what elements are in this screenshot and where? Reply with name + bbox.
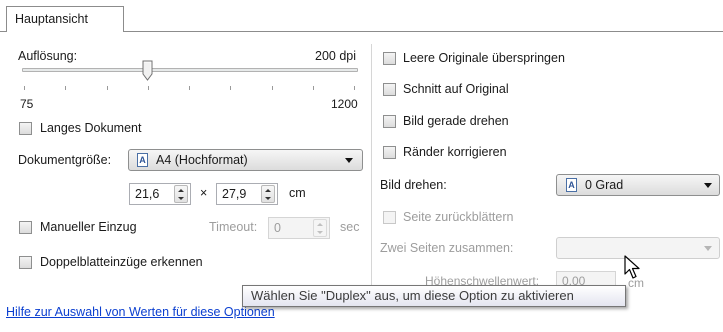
slider-tick (230, 86, 232, 90)
tab-main-view[interactable]: Hauptansicht (6, 6, 124, 32)
help-link[interactable]: Hilfe zur Auswahl von Werten für diese O… (6, 305, 275, 319)
manual-feed-label: Manueller Einzug (40, 220, 137, 234)
slider-tick (24, 86, 25, 90)
resolution-slider-thumb[interactable] (142, 60, 153, 81)
document-height-value: 27,9 (222, 187, 247, 201)
duplex-tooltip: Wählen Sie "Duplex" aus, um diese Option… (242, 285, 626, 307)
arrow-down-icon (317, 231, 323, 234)
chevron-down-icon (345, 158, 353, 163)
document-size-select[interactable]: A A4 (Hochformat) (128, 149, 363, 171)
slider-tick (189, 86, 190, 90)
merge-pages-label: Zwei Seiten zusammen: (380, 241, 514, 255)
long-document-checkbox[interactable] (19, 122, 32, 135)
slider-tick (271, 86, 273, 90)
page-back-checkbox[interactable] (383, 211, 396, 224)
slider-tick (147, 86, 149, 90)
document-size-value: A4 (Hochformat) (156, 153, 248, 167)
height-spinner-button[interactable] (261, 185, 275, 203)
arrow-up-icon (317, 223, 323, 226)
resolution-slider-track[interactable] (22, 68, 358, 72)
timeout-value: 0 (274, 221, 281, 235)
rotate-image-select[interactable]: A 0 Grad (556, 174, 720, 196)
document-width-field[interactable]: 21,6 (129, 183, 191, 205)
slider-tick (65, 86, 67, 90)
document-height-field[interactable]: 27,9 (216, 183, 278, 205)
column-divider (371, 44, 372, 289)
rotate-image-label: Bild drehen: (380, 178, 447, 192)
timeout-field[interactable]: 0 (268, 217, 330, 239)
times-sign: × (200, 186, 208, 200)
edge-fix-label: Ränder korrigieren (403, 145, 507, 159)
edge-fix-checkbox[interactable] (383, 146, 396, 159)
slider-tick (312, 86, 314, 90)
crop-to-original-checkbox[interactable] (383, 83, 396, 96)
deskew-label: Bild gerade drehen (403, 114, 509, 128)
timeout-spinner-button[interactable] (313, 219, 327, 237)
resolution-value: 200 dpi (315, 49, 357, 63)
width-spinner-button[interactable] (174, 185, 188, 203)
document-icon: A (566, 178, 577, 192)
manual-feed-checkbox[interactable] (19, 221, 32, 234)
rotate-image-value: 0 Grad (585, 178, 624, 192)
double-feed-label: Doppelblatteinzüge erkennen (40, 255, 203, 269)
chevron-down-icon (704, 246, 712, 251)
mouse-cursor-icon (624, 255, 640, 279)
skip-blank-checkbox[interactable] (383, 52, 396, 65)
timeout-label: Timeout: (209, 220, 258, 234)
document-size-unit: cm (289, 186, 306, 200)
arrow-up-icon (178, 189, 184, 192)
document-icon: A (137, 153, 148, 167)
long-document-label: Langes Dokument (40, 121, 142, 135)
resolution-max-label: 1200 (331, 97, 358, 111)
page-back-label: Seite zurückblättern (403, 210, 514, 224)
slider-tick (106, 86, 108, 90)
resolution-min-label: 75 (20, 97, 34, 111)
arrow-down-icon (265, 197, 271, 200)
document-width-value: 21,6 (135, 187, 160, 201)
timeout-unit: sec (340, 220, 360, 234)
double-feed-checkbox[interactable] (19, 256, 32, 269)
arrow-up-icon (265, 189, 271, 192)
chevron-down-icon (704, 183, 712, 188)
arrow-down-icon (178, 197, 184, 200)
crop-to-original-label: Schnitt auf Original (403, 82, 509, 96)
deskew-checkbox[interactable] (383, 115, 396, 128)
resolution-label: Auflösung: (18, 49, 78, 63)
document-size-label: Dokumentgröße: (18, 153, 112, 167)
slider-tick (354, 86, 355, 90)
skip-blank-label: Leere Originale überspringen (403, 51, 565, 65)
